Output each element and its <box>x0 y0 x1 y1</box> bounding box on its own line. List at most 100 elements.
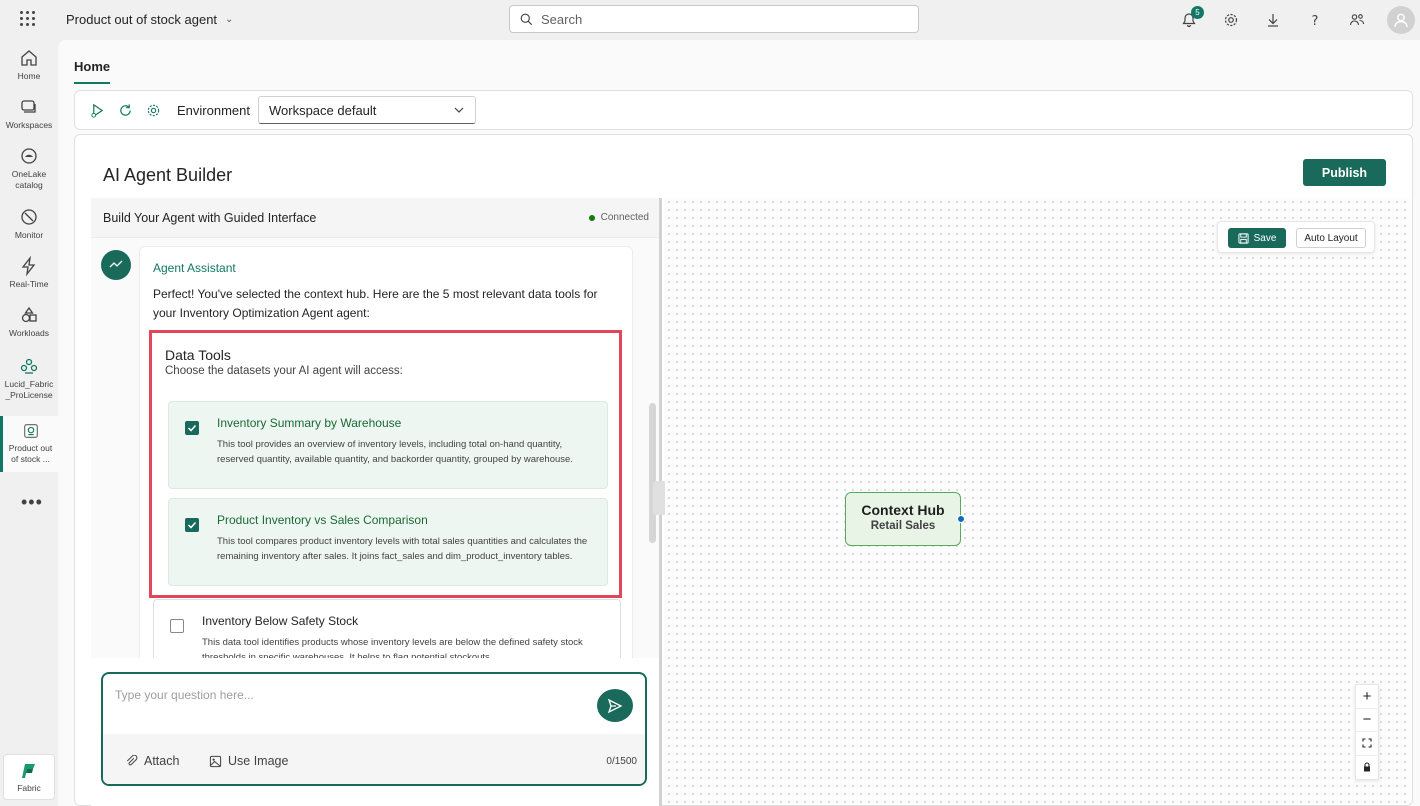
workspaces-icon <box>21 100 36 113</box>
nav-label: Lucid_Fabric_ProLicense <box>4 379 54 400</box>
tab-home[interactable]: Home <box>74 59 111 84</box>
nav-item-home[interactable]: Home <box>0 48 58 82</box>
workspace-icon <box>20 358 38 374</box>
checkmark-icon <box>187 521 197 529</box>
nav-item-monitor[interactable]: Monitor <box>0 207 58 241</box>
home-icon <box>21 50 37 66</box>
data-tool-name: Product Inventory vs Sales Comparison <box>217 513 428 527</box>
refresh-button[interactable] <box>111 96 139 124</box>
fabric-switcher[interactable]: Fabric <box>3 754 55 800</box>
toolbar: Environment Workspace default <box>74 90 1413 130</box>
nav-item-onelake-catalog[interactable]: OneLake catalog <box>0 146 58 191</box>
refresh-icon <box>119 103 131 116</box>
paperclip-icon <box>126 754 138 765</box>
chevron-down-icon: ⌄ <box>225 14 234 25</box>
data-tool-item[interactable]: Product Inventory vs Sales Comparison Th… <box>168 498 608 586</box>
settings-button[interactable] <box>1210 0 1252 40</box>
input-footer: Attach Use Image 0/1500 <box>103 734 645 784</box>
data-tool-item[interactable]: Inventory Summary by Warehouse This tool… <box>168 401 608 489</box>
environment-value: Workspace default <box>268 102 377 118</box>
help-button[interactable]: ? <box>1294 0 1336 40</box>
search-box[interactable]: Search <box>509 5 919 33</box>
fit-view-icon <box>1362 738 1372 748</box>
node-title: Context Hub <box>861 502 945 518</box>
app-launcher-icon[interactable] <box>20 11 36 27</box>
item-title-dropdown[interactable]: Product out of stock agent ⌄ <box>66 12 233 27</box>
checkbox-unchecked[interactable] <box>170 619 184 633</box>
zoom-out-button[interactable]: − <box>1356 709 1378 732</box>
nav-label: Workspaces <box>5 120 53 130</box>
send-button[interactable] <box>597 689 633 722</box>
auto-layout-button[interactable]: Auto Layout <box>1296 228 1366 248</box>
search-placeholder: Search <box>541 11 583 27</box>
trend-icon <box>109 260 123 268</box>
main-area: Home Environment Workspace default AI Ag… <box>58 40 1420 806</box>
message-list[interactable]: Agent Assistant Perfect! You've selected… <box>91 238 661 658</box>
avatar <box>1387 6 1415 34</box>
question-input[interactable]: Type your question here... <box>115 688 254 702</box>
agent-builder-card: AI Agent Builder Publish Build Your Agen… <box>74 134 1413 806</box>
save-button[interactable]: Save <box>1228 228 1286 248</box>
use-image-button[interactable]: Use Image <box>209 754 288 768</box>
page-title: AI Agent Builder <box>103 165 233 185</box>
lightning-icon <box>21 256 36 276</box>
download-icon <box>1268 14 1278 27</box>
data-tool-description: This tool compares product inventory lev… <box>217 536 588 562</box>
checkbox-checked[interactable] <box>185 518 199 532</box>
environment-select[interactable]: Workspace default <box>257 96 476 124</box>
nav-label: Workloads <box>9 328 49 338</box>
nav-item-current-agent[interactable]: Product out of stock ... <box>0 416 58 472</box>
more-icon[interactable]: ••• <box>21 492 43 513</box>
run-button[interactable] <box>83 96 111 124</box>
nav-label: OneLake catalog <box>11 169 47 190</box>
nav-item-workloads[interactable]: Workloads <box>0 305 58 339</box>
assistant-name: Agent Assistant <box>153 261 236 275</box>
data-tools-title: Data Tools <box>165 347 231 363</box>
people-share-icon <box>1349 14 1365 26</box>
play-settings-icon <box>90 103 103 118</box>
agent-canvas[interactable]: Save Auto Layout Context Hub Retail Sale… <box>665 198 1410 804</box>
nav-label: Product out of stock ... <box>8 443 53 464</box>
canvas-toolbar: Save Auto Layout <box>1217 221 1375 253</box>
save-icon <box>1238 232 1249 244</box>
gear-icon <box>1224 13 1238 27</box>
nav-item-realtime[interactable]: Real-Time <box>0 256 58 290</box>
zoom-in-button[interactable]: + <box>1356 685 1378 709</box>
attach-button[interactable]: Attach <box>125 754 179 768</box>
data-tool-name: Inventory Summary by Warehouse <box>217 416 402 430</box>
top-bar: Product out of stock agent ⌄ Search 5 ? <box>0 0 1420 40</box>
scrollbar[interactable] <box>649 403 656 543</box>
status-text: Connected <box>600 212 649 223</box>
publish-button[interactable]: Publish <box>1303 159 1386 186</box>
download-button[interactable] <box>1252 0 1294 40</box>
onelake-icon <box>21 148 37 164</box>
chevron-down-icon <box>454 107 464 113</box>
share-feedback-button[interactable] <box>1336 0 1378 40</box>
monitor-icon <box>21 209 37 225</box>
lock-icon <box>1364 762 1370 772</box>
nav-item-workspace[interactable]: Lucid_Fabric_ProLicense <box>0 356 58 401</box>
account-button[interactable] <box>1378 0 1420 40</box>
context-hub-node[interactable]: Context Hub Retail Sales <box>845 492 965 546</box>
nav-label: Real-Time <box>9 279 49 289</box>
notifications-button[interactable]: 5 <box>1168 0 1210 40</box>
nav-label: Home <box>17 71 41 81</box>
panel-header: Build Your Agent with Guided Interface C… <box>91 198 661 238</box>
lock-button[interactable] <box>1356 756 1378 779</box>
person-icon <box>1394 13 1408 28</box>
send-icon <box>607 698 623 713</box>
data-tool-item[interactable]: Inventory Below Safety Stock This data t… <box>153 599 621 658</box>
data-tool-description: This data tool identifies products whose… <box>202 637 583 658</box>
environment-label: Environment <box>177 102 250 118</box>
data-tools-subtitle: Choose the datasets your AI agent will a… <box>165 365 403 377</box>
checkbox-checked[interactable] <box>185 421 199 435</box>
settings-button[interactable] <box>139 96 167 124</box>
node-connector-handle[interactable] <box>957 515 965 523</box>
gear-icon <box>147 104 159 116</box>
tab-bar: Home <box>74 58 111 84</box>
assistant-avatar <box>101 250 131 280</box>
help-icon: ? <box>1312 14 1319 28</box>
attach-label: Attach <box>144 754 180 768</box>
fit-view-button[interactable] <box>1356 732 1378 756</box>
nav-item-workspaces[interactable]: Workspaces <box>0 97 58 131</box>
